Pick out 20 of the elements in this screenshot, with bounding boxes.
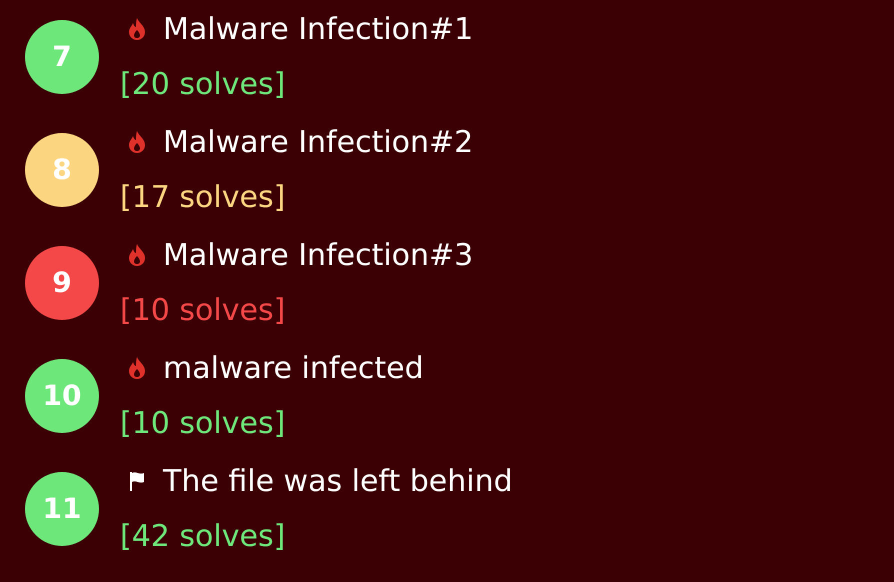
solve-count: [42 solves] — [120, 518, 286, 556]
solve-count: [20 solves] — [120, 66, 286, 104]
flame-icon — [127, 356, 147, 380]
flame-icon — [127, 130, 147, 154]
challenge-title[interactable]: The file was left behind — [163, 458, 513, 504]
challenge-title[interactable]: Malware Infection#2 — [163, 120, 474, 164]
challenge-title[interactable]: malware infected — [163, 346, 424, 390]
number-badge: 9 — [25, 246, 99, 320]
solve-count: [10 solves] — [120, 292, 286, 330]
number-badge: 8 — [25, 132, 99, 206]
flag-icon — [127, 469, 147, 493]
solve-count: [17 solves] — [120, 178, 286, 216]
flame-icon — [127, 17, 147, 41]
number-badge: 10 — [25, 358, 99, 432]
number-badge: 11 — [25, 472, 99, 546]
challenge-title[interactable]: Malware Infection#1 — [163, 6, 474, 52]
flame-icon — [127, 243, 147, 267]
number-badge: 7 — [25, 20, 99, 94]
challenge-title[interactable]: Malware Infection#3 — [163, 232, 474, 278]
solve-count: [10 solves] — [120, 404, 286, 442]
